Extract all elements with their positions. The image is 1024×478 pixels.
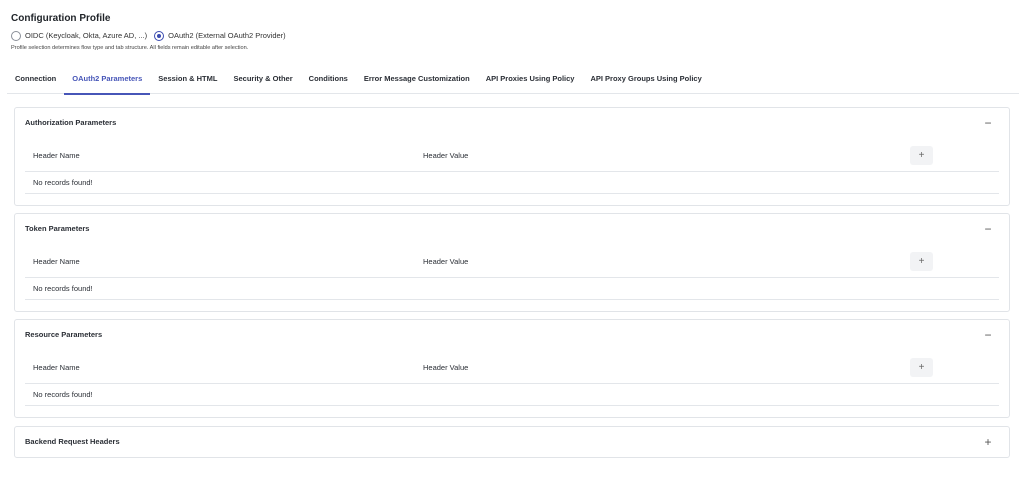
tab-security-other[interactable]: Security & Other [225,69,300,94]
radio-checked-icon[interactable] [154,30,165,41]
tab-connection[interactable]: Connection [7,69,64,94]
table-header-row: Header Name Header Value + [25,139,999,172]
add-authorization-parameter-button[interactable]: + [910,146,933,165]
table-row: No records found! [25,278,999,300]
authorization-parameters-table: Header Name Header Value + No records fo… [25,139,999,194]
profile-radio-group: OIDC (Keycloak, Okta, Azure AD, ...) OAu… [11,30,293,41]
header-name-column: Header Name [33,151,80,160]
token-parameters-header[interactable]: Token Parameters − [15,214,1009,244]
profile-option-oidc-label[interactable]: OIDC (Keycloak, Okta, Azure AD, ...) [25,31,147,41]
tab-session-html[interactable]: Session & HTML [150,69,225,94]
tab-api-proxies-using-policy[interactable]: API Proxies Using Policy [478,69,583,94]
backend-request-headers-title: Backend Request Headers [25,437,120,446]
profile-hint: Profile selection determines flow type a… [11,45,249,51]
authorization-parameters-title: Authorization Parameters [25,118,117,127]
resource-parameters-panel: Resource Parameters − Header Name Header… [14,319,1010,418]
profile-option-oauth2-label[interactable]: OAuth2 (External OAuth2 Provider) [168,31,286,41]
profile-title: Configuration Profile [11,13,111,24]
profile-option-oidc[interactable]: OIDC (Keycloak, Okta, Azure AD, ...) [11,30,147,41]
backend-request-headers-panel: Backend Request Headers + [14,426,1010,458]
radio-unchecked-icon[interactable] [11,30,21,41]
header-value-column: Header Value [423,363,469,372]
resource-parameters-table: Header Name Header Value + No records fo… [25,351,999,406]
collapse-icon[interactable]: − [981,222,995,236]
table-row: No records found! [25,172,999,194]
tab-error-message-customization[interactable]: Error Message Customization [356,69,478,94]
header-value-column: Header Value [423,151,469,160]
expand-icon[interactable]: + [981,435,995,449]
token-parameters-title: Token Parameters [25,224,90,233]
add-token-parameter-button[interactable]: + [910,252,933,271]
empty-message: No records found! [33,178,93,187]
backend-request-headers-header[interactable]: Backend Request Headers + [15,427,1009,457]
add-resource-parameter-button[interactable]: + [910,358,933,377]
token-parameters-table: Header Name Header Value + No records fo… [25,245,999,300]
resource-parameters-title: Resource Parameters [25,330,103,339]
empty-message: No records found! [33,284,93,293]
table-header-row: Header Name Header Value + [25,351,999,384]
empty-message: No records found! [33,390,93,399]
authorization-parameters-header[interactable]: Authorization Parameters − [15,108,1009,138]
header-name-column: Header Name [33,257,80,266]
tab-bar: Connection OAuth2 Parameters Session & H… [7,69,1019,95]
collapse-icon[interactable]: − [981,116,995,130]
tab-oauth2-parameters[interactable]: OAuth2 Parameters [64,69,151,95]
tab-api-proxy-groups-using-policy[interactable]: API Proxy Groups Using Policy [582,69,709,94]
token-parameters-panel: Token Parameters − Header Name Header Va… [14,213,1010,312]
tab-conditions[interactable]: Conditions [301,69,356,94]
profile-option-oauth2[interactable]: OAuth2 (External OAuth2 Provider) [154,30,286,41]
header-value-column: Header Value [423,257,469,266]
table-header-row: Header Name Header Value + [25,245,999,278]
resource-parameters-header[interactable]: Resource Parameters − [15,320,1009,350]
authorization-parameters-panel: Authorization Parameters − Header Name H… [14,107,1010,206]
collapse-icon[interactable]: − [981,328,995,342]
configuration-profile: Configuration Profile OIDC (Keycloak, Ok… [11,13,293,51]
header-name-column: Header Name [33,363,80,372]
table-row: No records found! [25,384,999,406]
